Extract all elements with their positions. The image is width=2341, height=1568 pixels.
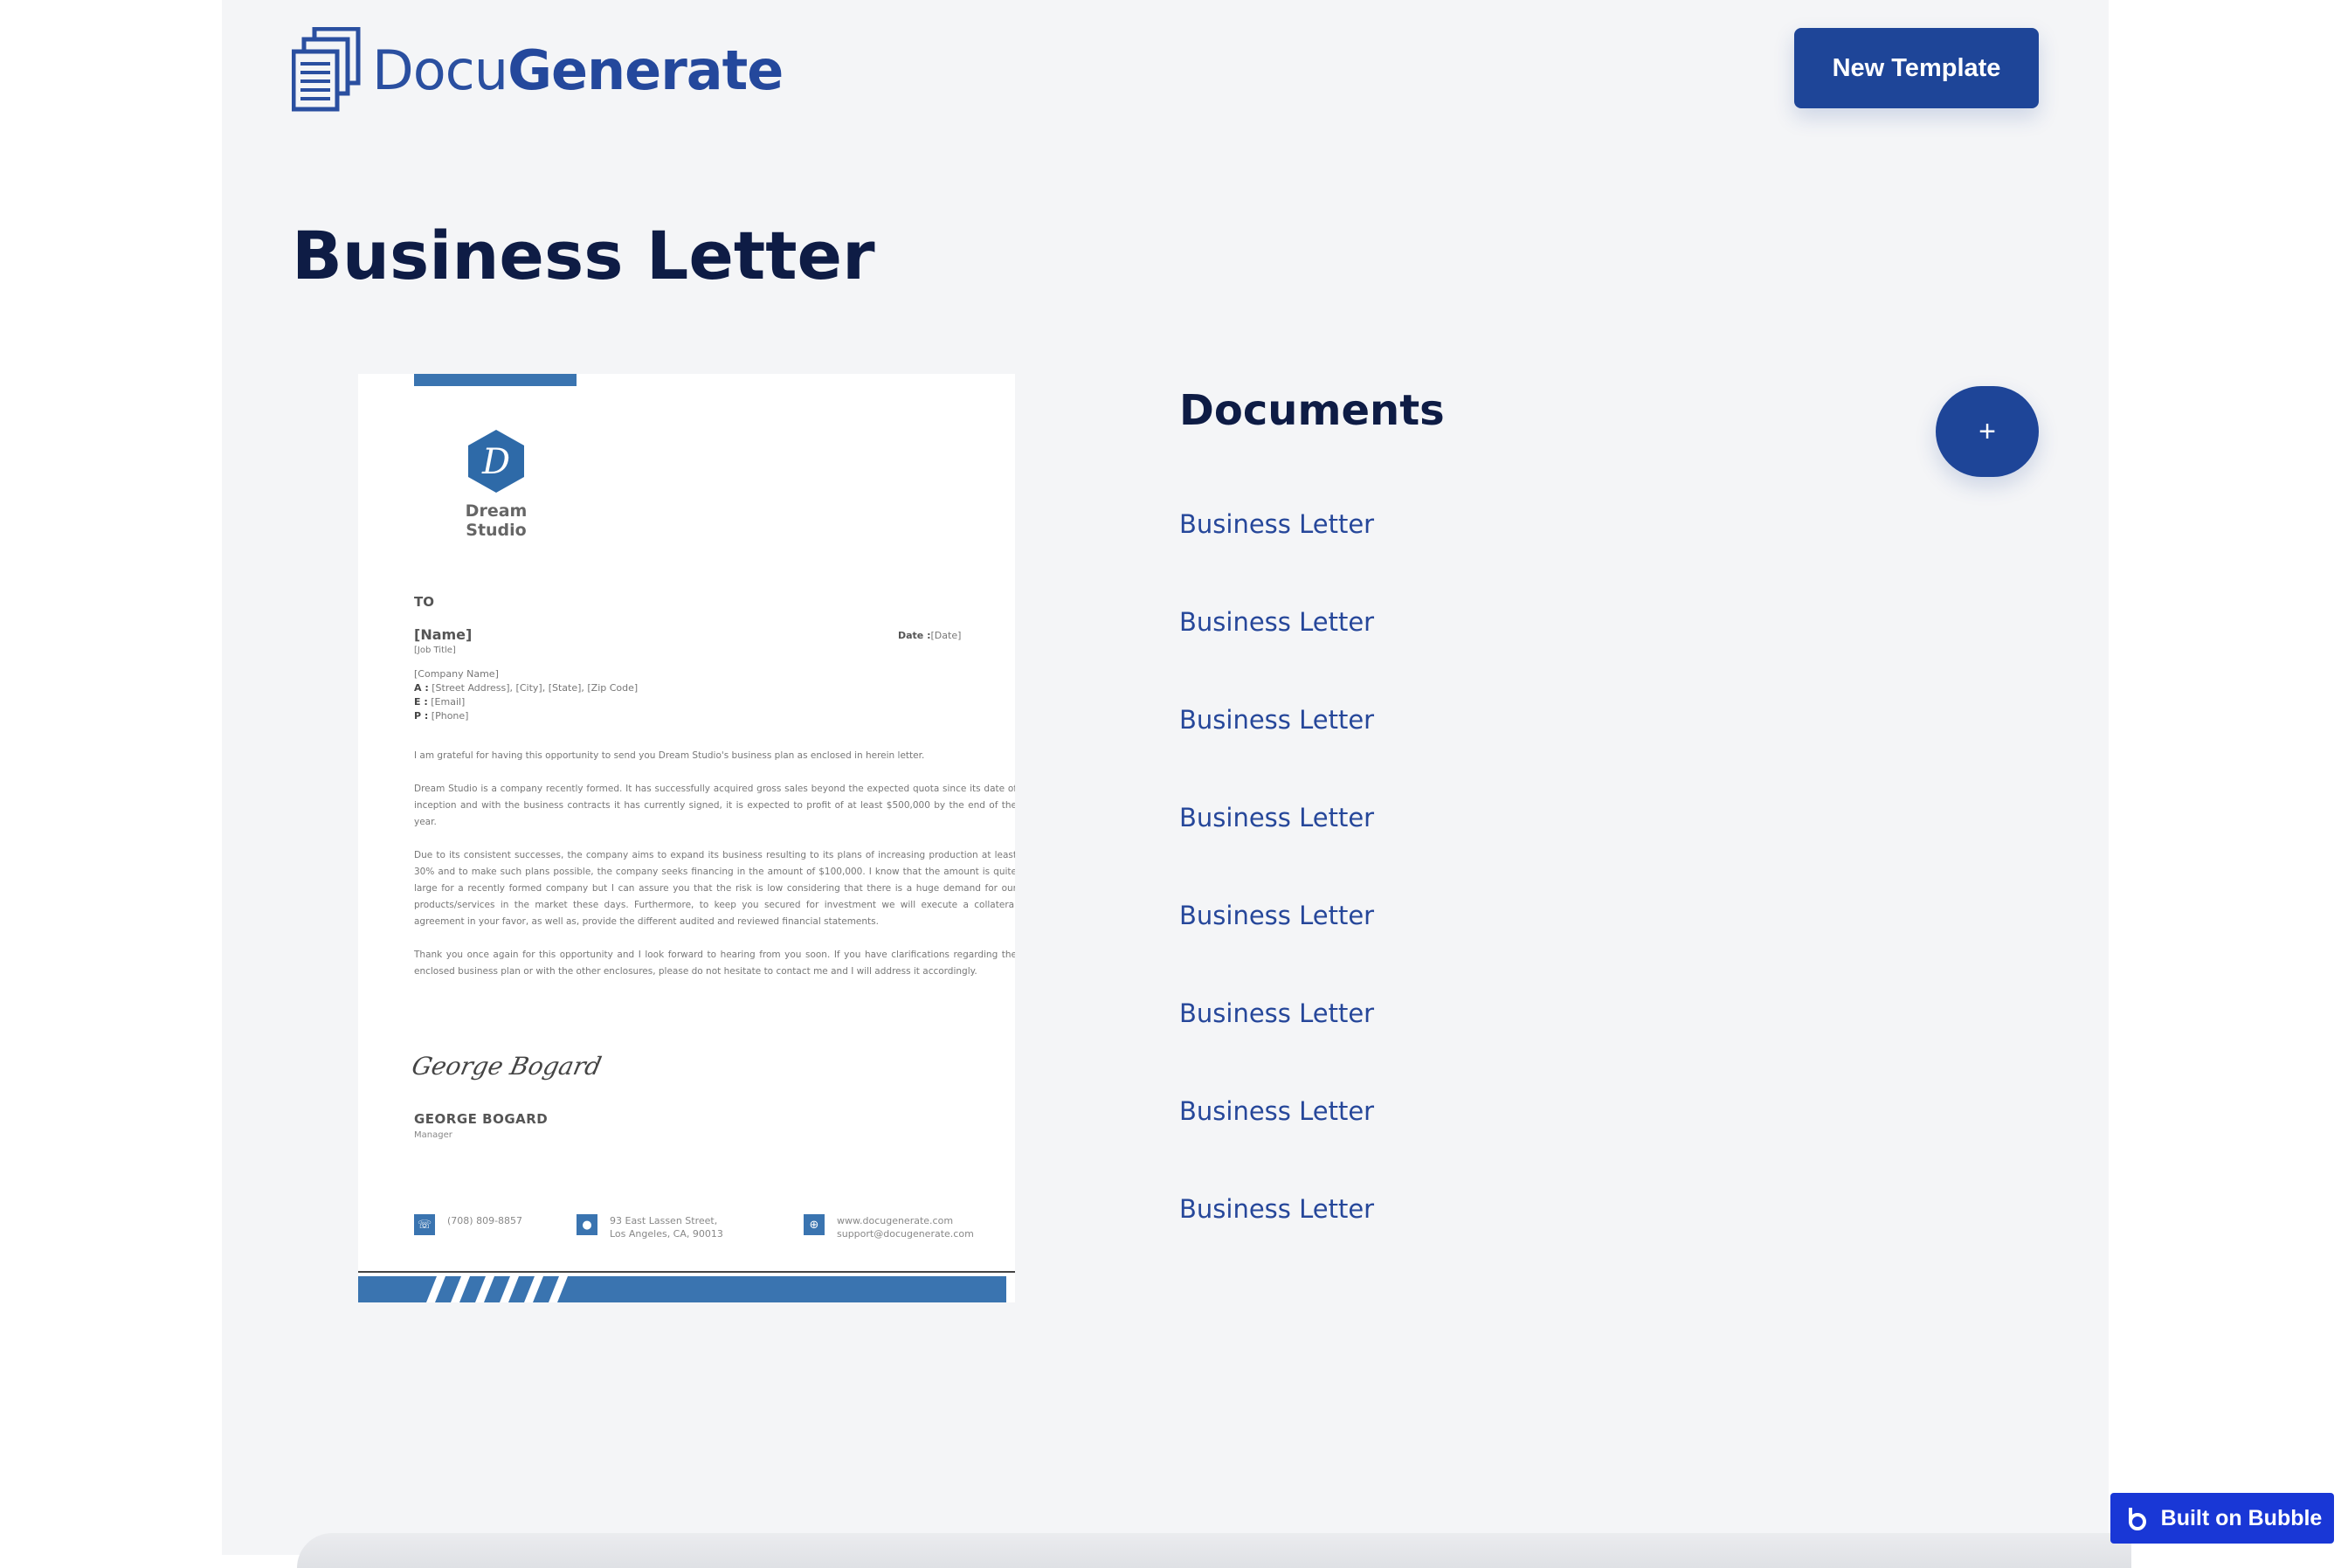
- email-value: [Email]: [431, 696, 466, 708]
- footer-rule: [358, 1271, 1015, 1273]
- add-document-button[interactable]: +: [1936, 386, 2039, 477]
- documents-logo-icon: [292, 27, 361, 112]
- letter-paragraph: Dream Studio is a company recently forme…: [414, 784, 1015, 827]
- page-title: Business Letter: [292, 217, 875, 294]
- footer-address: ● 93 East Lassen Street, Los Angeles, CA,…: [577, 1214, 723, 1240]
- letter-body: I am grateful for having this opportunit…: [414, 748, 1015, 997]
- footer-phone-text: (708) 809-8857: [447, 1215, 523, 1226]
- footer-address-line-2: Los Angeles, CA, 90013: [610, 1228, 723, 1240]
- signer-name: GEORGE BOGARD: [414, 1111, 549, 1127]
- footer-website: www.docugenerate.com: [837, 1215, 954, 1226]
- document-link[interactable]: Business Letter: [1179, 989, 1374, 1087]
- letter-paragraph: Thank you once again for this opportunit…: [414, 950, 1015, 977]
- page-container: DocuGenerate New Template Business Lette…: [222, 0, 2109, 1555]
- address-label: A :: [414, 682, 429, 694]
- date-field: Date :[Date]: [898, 630, 961, 641]
- letter-paragraph: I am grateful for having this opportunit…: [414, 750, 925, 761]
- documents-list: Business Letter Business Letter Business…: [1179, 500, 1374, 1282]
- document-link[interactable]: Business Letter: [1179, 891, 1374, 989]
- footer-phone: ☏ (708) 809-8857: [414, 1214, 522, 1235]
- bubble-logo-icon: [2128, 1508, 2146, 1530]
- document-link[interactable]: Business Letter: [1179, 1087, 1374, 1185]
- hexagon-logo-icon: D: [468, 430, 524, 493]
- location-pin-icon: ●: [577, 1214, 597, 1235]
- brand-name: Dream Studio: [465, 501, 528, 540]
- document-link[interactable]: Business Letter: [1179, 1185, 1374, 1282]
- address-line: A : [Street Address], [City], [State], […: [414, 681, 638, 695]
- email-label: E :: [414, 696, 428, 708]
- phone-line: P : [Phone]: [414, 709, 638, 723]
- recipient-name: [Name]: [414, 626, 473, 643]
- document-link[interactable]: Business Letter: [1179, 597, 1374, 695]
- built-on-bubble-badge[interactable]: Built on Bubble: [2110, 1493, 2334, 1544]
- footer-address-line-1: 93 East Lassen Street,: [610, 1215, 718, 1226]
- docugenerate-logo[interactable]: DocuGenerate: [292, 26, 784, 114]
- letter-top-bar: [414, 374, 577, 386]
- letter-bottom-bar: [358, 1276, 1006, 1302]
- recipient-job-title: [Job Title]: [414, 646, 456, 655]
- signer-title: Manager: [414, 1130, 452, 1140]
- logo-text-docu: Docu: [372, 38, 508, 102]
- address-value: [Street Address], [City], [State], [Zip …: [432, 682, 639, 694]
- documents-heading: Documents: [1179, 386, 1445, 435]
- logo-text: DocuGenerate: [372, 38, 784, 102]
- globe-icon: ⊕: [804, 1214, 825, 1235]
- recipient-contact: [Company Name] A : [Street Address], [Ci…: [414, 667, 638, 723]
- bottom-edge-shadow: [297, 1533, 2131, 1568]
- new-template-button[interactable]: New Template: [1794, 28, 2039, 108]
- date-label: Date :: [898, 630, 931, 641]
- document-link[interactable]: Business Letter: [1179, 500, 1374, 597]
- email-line: E : [Email]: [414, 695, 638, 709]
- brand-initial: D: [481, 442, 510, 482]
- date-value: [Date]: [930, 630, 962, 641]
- dream-studio-logo: D Dream Studio: [440, 428, 552, 540]
- phone-label: P :: [414, 710, 429, 722]
- document-link[interactable]: Business Letter: [1179, 793, 1374, 891]
- signature: George Bogard: [409, 1052, 604, 1081]
- document-link[interactable]: Business Letter: [1179, 695, 1374, 793]
- logo-text-generate: Generate: [508, 38, 784, 102]
- bubble-badge-label: Built on Bubble: [2160, 1505, 2323, 1530]
- to-label: TO: [414, 594, 434, 610]
- letter-paragraph: Due to its consistent successes, the com…: [414, 850, 1015, 927]
- company-name: [Company Name]: [414, 668, 499, 680]
- phone-value: [Phone]: [431, 710, 469, 722]
- footer-email: support@docugenerate.com: [837, 1228, 974, 1240]
- phone-icon: ☏: [414, 1214, 435, 1235]
- document-preview[interactable]: D Dream Studio TO [Name] [Job Title] Dat…: [358, 374, 1015, 1302]
- footer-web: ⊕ www.docugenerate.com support@docugenera…: [804, 1214, 974, 1240]
